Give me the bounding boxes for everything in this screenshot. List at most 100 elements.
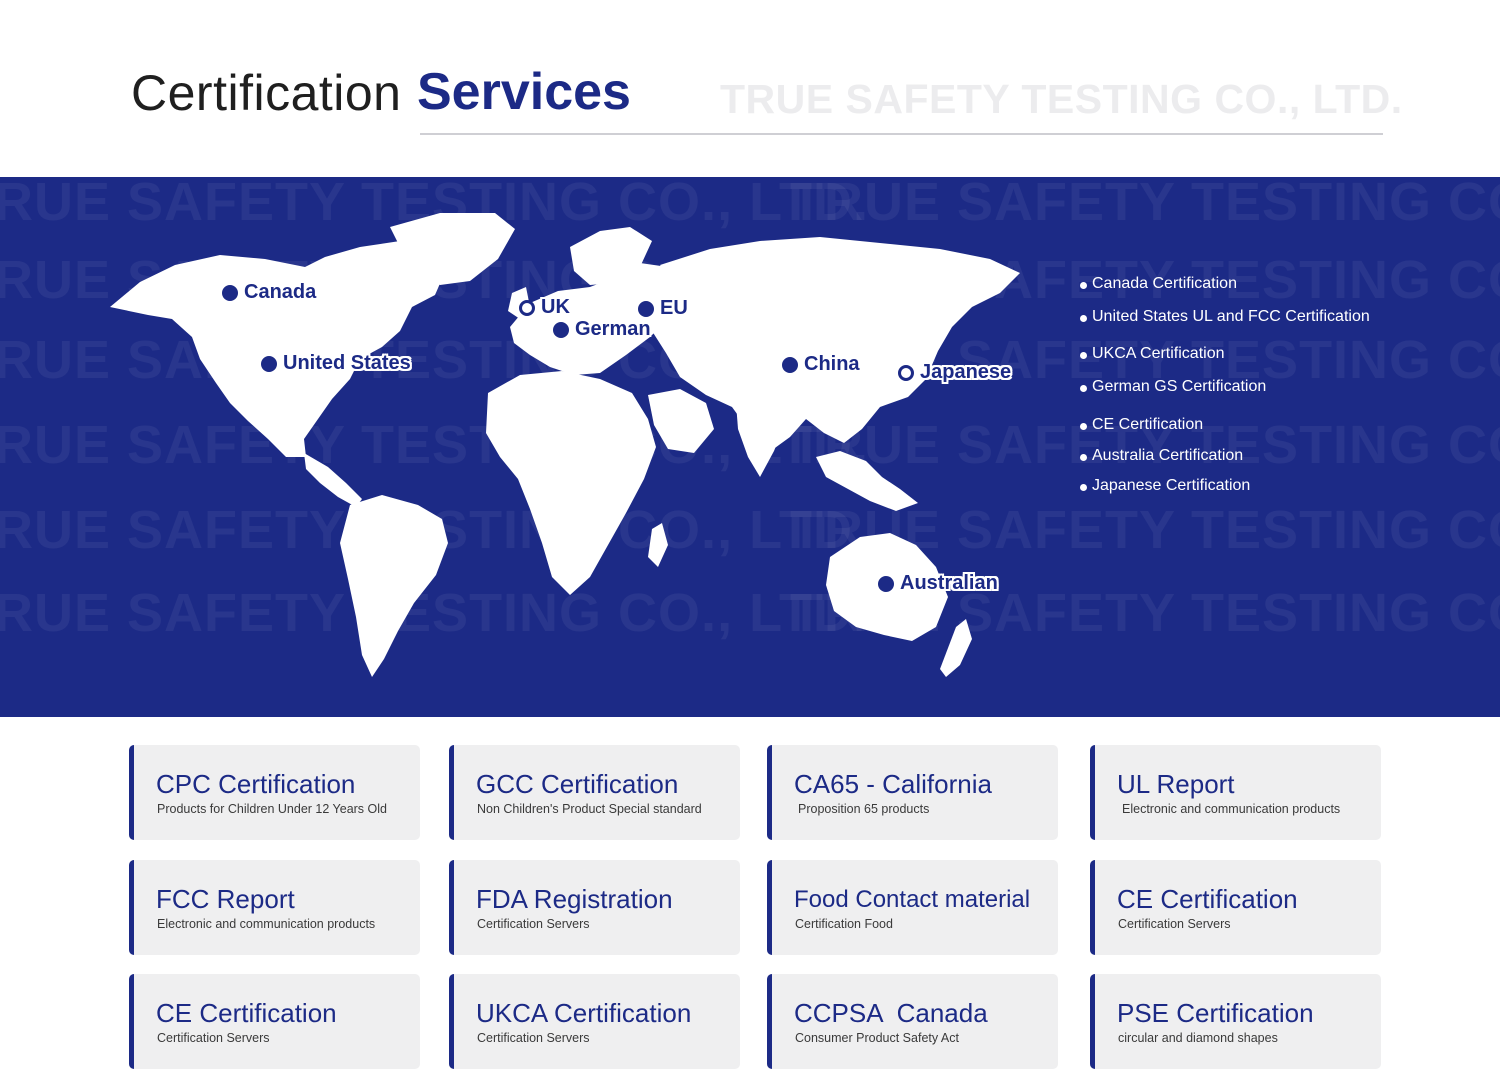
map-pin-united-states: United States [261, 352, 411, 375]
card-subtitle: Electronic and communication products [1122, 802, 1341, 816]
certification-list-text: Australia Certification [1092, 447, 1244, 464]
bullet-icon [1080, 352, 1087, 359]
card-subtitle: Certification Food [795, 917, 893, 931]
card-accent-bar [449, 860, 454, 955]
pin-dot-icon [782, 356, 798, 373]
card-accent-bar [129, 860, 134, 955]
company-watermark: TRUE SAFETY TESTING CO., LTD. [720, 76, 1403, 122]
service-card[interactable]: FDA Registration Certification Servers [449, 860, 740, 955]
service-card[interactable]: UL Report Electronic and communication p… [1090, 745, 1381, 840]
north-america-shape [110, 241, 445, 457]
map-pin-uk: UK [519, 296, 570, 319]
card-title: CA65 - California [794, 769, 992, 799]
pin-label: United States [283, 352, 411, 374]
world-map-section: TRUE SAFETY TESTING CO., LTD. TRUE SAFET… [0, 177, 1500, 717]
world-map-illustration [110, 213, 1020, 677]
certification-list-text: German GS Certification [1092, 378, 1267, 395]
card-accent-bar [1090, 974, 1095, 1069]
service-card[interactable]: CPC Certification Products for Children … [129, 745, 420, 840]
card-title: UKCA Certification [476, 998, 692, 1028]
pin-label: Canada [244, 281, 317, 303]
service-card[interactable]: FCC Report Electronic and communication … [129, 860, 420, 955]
bullet-icon [1080, 282, 1087, 289]
map-pin-canada: Canada [222, 281, 316, 304]
bullet-icon [1080, 423, 1087, 430]
card-title: GCC Certification [476, 769, 679, 799]
central-america-shape [304, 453, 362, 507]
pin-ring-icon [898, 364, 914, 381]
service-card[interactable]: CA65 - California Proposition 65 product… [767, 745, 1058, 840]
card-accent-bar [767, 745, 772, 840]
southeast-asia-shape [816, 451, 918, 511]
card-subtitle: circular and diamond shapes [1118, 1031, 1278, 1045]
certification-list-text: CE Certification [1092, 416, 1204, 433]
card-subtitle: Consumer Product Safety Act [795, 1031, 959, 1045]
certification-list-item: Japanese Certification [1080, 477, 1250, 495]
card-accent-bar [449, 974, 454, 1069]
card-accent-bar [1090, 745, 1095, 840]
card-title: CCPSA Canada [794, 998, 988, 1028]
certification-list-text: Japanese Certification [1092, 477, 1251, 494]
card-subtitle: Certification Servers [1118, 917, 1231, 931]
certification-list-text: Canada Certification [1092, 275, 1237, 292]
africa-shape [486, 371, 656, 595]
card-title: PSE Certification [1117, 998, 1314, 1028]
certification-list-text: United States UL and FCC Certification [1092, 308, 1370, 325]
card-title: CE Certification [156, 998, 337, 1028]
page-header: Certification Services TRUE SAFETY TESTI… [0, 0, 1500, 177]
pin-label: Japanese [920, 361, 1012, 383]
certification-list-item: Australia Certification [1080, 447, 1243, 465]
bullet-icon [1080, 315, 1087, 322]
pin-dot-icon [638, 300, 654, 317]
page-title-bold: Services [417, 63, 631, 121]
certification-list-item: Canada Certification [1080, 275, 1237, 293]
certification-list-item: CE Certification [1080, 416, 1203, 434]
card-subtitle: Certification Servers [477, 917, 590, 931]
map-pin-japanese: Japanese [898, 361, 1011, 384]
pin-dot-icon [222, 284, 238, 301]
map-pin-eu: EU [638, 297, 688, 320]
service-card[interactable]: UKCA Certification Certification Servers [449, 974, 740, 1069]
card-accent-bar [767, 860, 772, 955]
card-subtitle: Certification Servers [157, 1031, 270, 1045]
card-title: CPC Certification [156, 769, 356, 799]
pin-label: China [804, 353, 860, 375]
south-america-shape [340, 495, 448, 677]
pin-label: EU [660, 297, 688, 319]
card-accent-bar [1090, 860, 1095, 955]
map-pin-australian: Australian [878, 572, 998, 595]
card-subtitle: Products for Children Under 12 Years Old [157, 802, 387, 816]
card-title: Food Contact material [794, 886, 1031, 913]
new-zealand-shape [940, 619, 972, 677]
certification-list-item: German GS Certification [1080, 378, 1266, 396]
card-accent-bar [767, 974, 772, 1069]
card-title: FDA Registration [476, 884, 673, 914]
bullet-icon [1080, 385, 1087, 392]
certification-list-item: UKCA Certification [1080, 345, 1225, 363]
service-card[interactable]: CCPSA Canada Consumer Product Safety Act [767, 974, 1058, 1069]
map-pin-china: China [782, 353, 860, 376]
arabia-shape [648, 389, 714, 453]
madagascar-shape [648, 523, 668, 567]
page-title-light: Certification [131, 65, 402, 121]
card-accent-bar [449, 745, 454, 840]
card-title: UL Report [1117, 769, 1235, 799]
certification-list-text: UKCA Certification [1092, 345, 1225, 362]
card-title: CE Certification [1117, 884, 1298, 914]
service-card[interactable]: CE Certification Certification Servers [129, 974, 420, 1069]
service-card[interactable]: Food Contact material Certification Food [767, 860, 1058, 955]
pin-dot-icon [878, 575, 894, 592]
service-card[interactable]: PSE Certification circular and diamond s… [1090, 974, 1381, 1069]
pin-label: UK [541, 296, 570, 318]
service-card[interactable]: GCC Certification Non Children's Product… [449, 745, 740, 840]
bullet-icon [1080, 454, 1087, 461]
pin-label: Australian [900, 572, 998, 594]
card-subtitle: Non Children's Product Special standard [477, 802, 702, 816]
map-pin-german: German [553, 318, 651, 341]
card-accent-bar [129, 974, 134, 1069]
pin-dot-icon [553, 321, 569, 338]
bullet-icon [1080, 484, 1087, 491]
service-card[interactable]: CE Certification Certification Servers [1090, 860, 1381, 955]
certification-list-item: United States UL and FCC Certification [1080, 308, 1370, 326]
card-subtitle: Certification Servers [477, 1031, 590, 1045]
